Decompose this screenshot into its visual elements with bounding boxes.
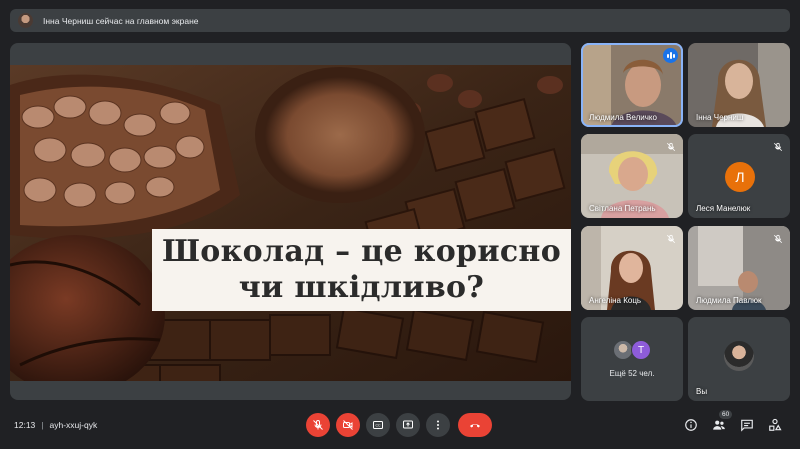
speaking-indicator-icon <box>663 48 678 63</box>
people-icon <box>713 420 725 430</box>
svg-text:CC: CC <box>375 424 381 428</box>
participant-tile[interactable]: Інна Черниш <box>688 43 790 127</box>
people-button[interactable] <box>711 417 727 433</box>
chat-button[interactable] <box>739 417 755 433</box>
meeting-info: 12:13 | ayh-xxuj-qyk <box>14 420 97 430</box>
slide-title-line1: Шоколад – це корисно <box>161 234 562 269</box>
participant-name: Леся Манелюк <box>696 204 751 213</box>
more-participants-label: Ещё 52 чел. <box>609 369 655 378</box>
chat-icon <box>741 419 753 432</box>
participant-tile[interactable]: Людмила Величко <box>581 43 683 127</box>
more-participants-tile[interactable]: Т Ещё 52 чел. <box>581 317 683 401</box>
camera-toggle-button[interactable] <box>336 413 360 437</box>
meeting-code: ayh-xxuj-qyk <box>49 420 98 430</box>
control-bar: 12:13 | ayh-xxuj-qyk CC 60 <box>0 405 800 449</box>
slide-image: Шоколад – це корисно чи шкідливо? <box>10 65 571 381</box>
camera-off-icon <box>343 420 353 430</box>
banner-text: Інна Черниш сейчас на главном экране <box>43 15 199 26</box>
participant-tile[interactable]: Світлана Петрань <box>581 134 683 218</box>
activities-icon <box>769 418 782 431</box>
participant-tile[interactable]: Людмила Павлюк <box>688 226 790 310</box>
meeting-details-button[interactable] <box>683 417 699 433</box>
meeting-time: 12:13 <box>14 420 36 430</box>
slide-title-line2: чи шкідливо? <box>238 270 485 305</box>
more-options-button[interactable] <box>426 413 450 437</box>
participant-name: Світлана Петрань <box>589 204 656 213</box>
participant-name: Людмила Величко <box>589 113 657 122</box>
avatar: Л <box>725 162 755 192</box>
participant-name: Людмила Павлюк <box>696 296 762 305</box>
mic-off-icon <box>771 140 785 154</box>
present-button[interactable] <box>396 413 420 437</box>
avatar <box>613 340 633 360</box>
mic-off-icon <box>313 419 323 430</box>
info-icon <box>685 419 697 431</box>
slide-title-box: Шоколад – це корисно чи шкідливо? <box>152 229 571 311</box>
more-participants-avatars: Т <box>611 339 661 361</box>
participant-tile[interactable]: Ангеліна Коць <box>581 226 683 310</box>
participants-count-badge: 60 <box>719 410 733 419</box>
self-avatar <box>724 341 754 371</box>
captions-icon: CC <box>373 421 383 429</box>
hangup-icon <box>470 424 480 428</box>
leave-call-button[interactable] <box>458 413 492 437</box>
mic-toggle-button[interactable] <box>306 413 330 437</box>
more-vert-icon <box>437 420 439 430</box>
presenter-avatar <box>18 13 33 28</box>
presentation-area[interactable]: Шоколад – це корисно чи шкідливо? <box>10 43 571 400</box>
mic-off-icon <box>771 232 785 246</box>
self-tile[interactable]: Вы <box>688 317 790 401</box>
participant-name: Інна Черниш <box>696 113 744 122</box>
present-icon <box>403 420 413 429</box>
mic-off-icon <box>664 232 678 246</box>
activities-button[interactable] <box>767 417 783 433</box>
participant-tile[interactable]: Л Леся Манелюк <box>688 134 790 218</box>
captions-button[interactable]: CC <box>366 413 390 437</box>
meeting-separator: | <box>41 420 44 430</box>
chocolate-background-image <box>10 65 571 381</box>
mic-off-icon <box>664 140 678 154</box>
self-label: Вы <box>696 387 708 396</box>
avatar: Т <box>631 340 651 360</box>
presentation-banner: Інна Черниш сейчас на главном экране <box>10 9 790 32</box>
participant-name: Ангеліна Коць <box>589 296 642 305</box>
